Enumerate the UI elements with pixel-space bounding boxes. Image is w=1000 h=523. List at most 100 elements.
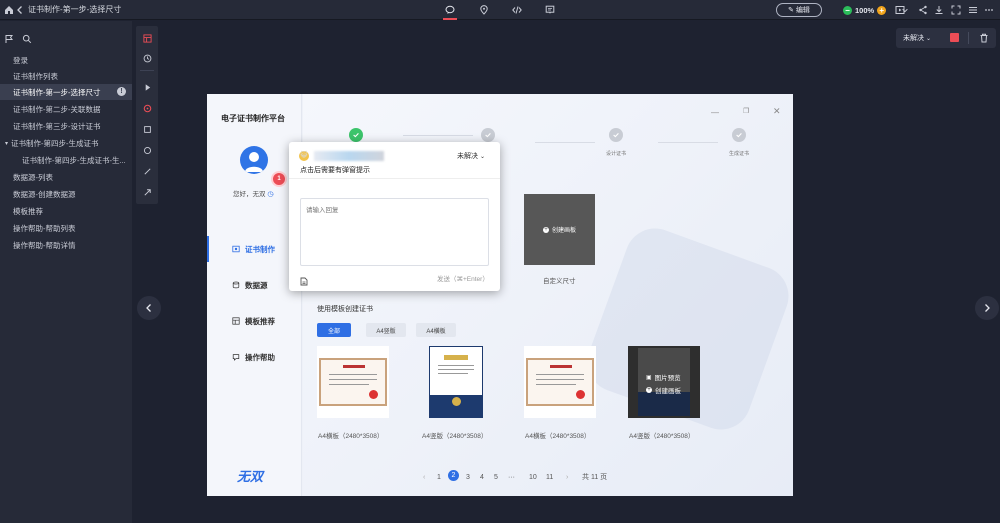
filter-a4-landscape[interactable]: A4横板 — [416, 323, 456, 337]
filter-label: A4横板 — [426, 328, 446, 335]
share-icon[interactable] — [916, 3, 930, 17]
page-11[interactable]: 11 — [546, 474, 553, 481]
sidebar-item-step2[interactable]: 证书制作-第二步-关联数据 — [0, 101, 132, 117]
menu-templates[interactable]: 模板推荐 — [232, 315, 275, 327]
avatar[interactable] — [240, 146, 268, 174]
step-4-label: 生成证书 — [728, 151, 749, 157]
menu-cert-make[interactable]: 证书制作 — [232, 243, 275, 255]
menu-icon[interactable] — [966, 3, 980, 17]
create-board-card[interactable]: + 创建画板 — [524, 194, 595, 265]
zoom-in-icon[interactable]: + — [877, 5, 887, 15]
zoom-control[interactable]: − 100% + — [843, 3, 887, 17]
template-card[interactable] — [421, 346, 493, 418]
comment-badge[interactable]: 1 — [271, 171, 287, 187]
status-dropdown[interactable]: 未解决 ⌄ — [457, 151, 485, 161]
sidebar-item-datasource-create[interactable]: 数据源-创建数据源 — [0, 186, 132, 202]
sidebar-item-datasource-list[interactable]: 数据源-列表 — [0, 169, 132, 185]
sidebar-item-login[interactable]: 登录 — [0, 52, 132, 68]
page-10[interactable]: 10 — [529, 474, 537, 481]
annotation-icon[interactable] — [543, 3, 557, 17]
sidebar-item-step4-sub[interactable]: 证书制作-第四步-生成证书-生... — [0, 152, 132, 168]
sidebar-item-step3[interactable]: 证书制作-第三步-设计证书 — [0, 118, 132, 134]
reply-input[interactable] — [300, 198, 489, 266]
page-ellipsis[interactable]: ··· — [508, 474, 515, 481]
prev-page-button[interactable] — [137, 296, 161, 320]
line-icon[interactable] — [141, 165, 153, 177]
image-preview-action[interactable]: ▣ 图片预览 — [646, 372, 681, 383]
sidebar-item-label: 登录 — [13, 55, 28, 65]
sidebar-item-label: 证书制作-第三步-设计证书 — [13, 121, 101, 131]
more-icon[interactable] — [982, 3, 996, 17]
zoom-out-icon[interactable]: − — [843, 5, 852, 15]
thumb-seal — [369, 390, 378, 399]
certificate-thumbnail — [429, 346, 483, 418]
filter-all[interactable]: 全部 — [317, 323, 351, 337]
page-4[interactable]: 4 — [480, 474, 484, 481]
sidebar-item-step4[interactable]: ▾ 证书制作-第四步-生成证书 — [0, 135, 132, 151]
clock-icon[interactable] — [141, 52, 153, 64]
comment-status-toolbar: 未解决 ⌄ — [896, 28, 996, 48]
comment-icon[interactable] — [443, 3, 457, 17]
check-icon — [613, 133, 619, 138]
divider — [140, 70, 154, 71]
restore-icon[interactable]: ❐ — [743, 107, 749, 115]
layers-icon[interactable] — [141, 32, 153, 44]
template-card[interactable] — [317, 346, 389, 418]
create-board-action[interactable]: + 创建画板 — [646, 385, 681, 395]
color-swatch[interactable] — [950, 33, 959, 42]
template-card[interactable] — [524, 346, 596, 418]
sidebar-item-help-list[interactable]: 操作帮助-帮助列表 — [0, 220, 132, 236]
location-icon[interactable] — [477, 3, 491, 17]
chevron-left-icon[interactable]: ‹ — [423, 474, 425, 481]
user-icon — [245, 152, 263, 172]
logo-text: 无双 — [237, 470, 264, 485]
menu-label: 证书制作 — [245, 244, 275, 254]
flag-icon[interactable] — [4, 31, 14, 43]
back-icon[interactable] — [13, 3, 27, 17]
fullscreen-icon[interactable] — [949, 3, 963, 17]
search-icon[interactable] — [22, 31, 32, 44]
send-hint[interactable]: 发送（⌘+Enter） — [437, 273, 489, 283]
thumb-seal — [576, 390, 585, 399]
menu-datasource[interactable]: 数据源 — [232, 279, 268, 291]
status-dropdown[interactable]: 未解决 ⌄ — [903, 33, 931, 43]
comment-tool-icon[interactable] — [141, 102, 153, 114]
next-page-button[interactable] — [975, 296, 999, 320]
chevron-right-icon[interactable]: › — [566, 474, 568, 481]
attachment-icon[interactable] — [300, 273, 308, 286]
pointer-icon[interactable] — [141, 81, 153, 93]
app-sidebar: 电子证书制作平台 您好，无双 ◷ 证书制作 数据源 模板推荐 操作帮助 无双 — [207, 94, 302, 496]
clock-icon[interactable]: ◷ — [267, 191, 273, 198]
download-icon[interactable] — [932, 3, 946, 17]
rectangle-icon[interactable] — [141, 123, 153, 135]
page-1[interactable]: 1 — [437, 474, 441, 481]
page-3[interactable]: 3 — [466, 474, 470, 481]
chevron-down-icon[interactable]: ▾ — [5, 140, 8, 147]
sidebar-item-step1[interactable]: 证书制作-第一步-选择尺寸 ! — [0, 84, 132, 100]
circle-icon[interactable] — [141, 144, 153, 156]
sidebar-item-label: 证书制作-第一步-选择尺寸 — [13, 87, 101, 97]
thumb-banner — [638, 392, 690, 416]
sidebar-item-cert-list[interactable]: 证书制作列表 — [0, 68, 132, 84]
filter-a4-portrait[interactable]: A4竖版 — [366, 323, 406, 337]
code-icon[interactable] — [510, 3, 524, 17]
edit-button[interactable]: ✎ 编辑 — [776, 3, 822, 17]
thumb-title — [444, 355, 468, 360]
sidebar-item-template[interactable]: 模板推荐 — [0, 203, 132, 219]
filter-label: 全部 — [327, 328, 340, 335]
play-dropdown-icon[interactable] — [901, 3, 909, 17]
close-icon[interactable]: ✕ — [773, 106, 781, 117]
info-icon[interactable]: ! — [117, 87, 126, 96]
active-tab-indicator — [443, 18, 457, 20]
menu-help[interactable]: 操作帮助 — [232, 351, 275, 363]
sidebar-item-help-detail[interactable]: 操作帮助-帮助详情 — [0, 237, 132, 253]
template-card-hovered[interactable]: ▣ 图片预览 + 创建画板 — [628, 346, 700, 418]
minimize-icon[interactable]: — — [711, 108, 719, 117]
trash-icon[interactable] — [979, 33, 989, 43]
page-2-current[interactable]: 2 — [448, 470, 459, 481]
page-5[interactable]: 5 — [494, 474, 498, 481]
blurred-username — [314, 151, 384, 161]
certificate-icon — [232, 245, 240, 253]
arrow-icon[interactable] — [141, 186, 153, 198]
sidebar-item-label: 证书制作列表 — [13, 71, 58, 81]
